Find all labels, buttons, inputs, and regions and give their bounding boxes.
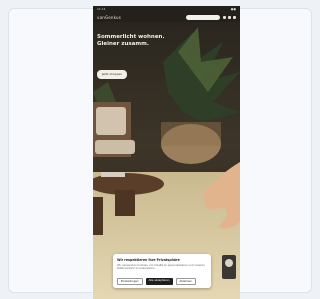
nav-icons [223, 15, 236, 19]
cookie-reject-button[interactable]: Ablehnen [175, 278, 196, 285]
heart-icon[interactable] [223, 15, 226, 19]
search-input[interactable] [186, 14, 220, 20]
brand-logo[interactable]: vanGenkus [97, 15, 121, 20]
top-nav: vanGenkus [93, 12, 240, 22]
cookie-accept-button[interactable]: Alle akzeptieren [145, 278, 173, 285]
cart-icon[interactable] [228, 15, 231, 19]
cookie-banner: Wir respektieren Ihre Privatsphäre Wir v… [113, 254, 211, 288]
status-indicators: ●● [230, 6, 236, 11]
status-bar: 11:11 ●● [93, 6, 240, 11]
status-time: 11:11 [97, 6, 106, 11]
chat-widget[interactable] [222, 255, 236, 279]
mobile-screenshot: 11:11 ●● vanGenkus Sommerlicht wohnen. G… [93, 6, 240, 299]
hero-title: Sommerlicht wohnen. Gleiner zusamm. [97, 34, 165, 47]
cookie-title: Wir respektieren Ihre Privatsphäre [117, 258, 180, 262]
cookie-buttons: Einstellungen Alle akzeptieren Ablehnen [117, 278, 196, 285]
menu-icon[interactable] [233, 15, 236, 19]
cookie-text: Wir verwenden Cookies, um Inhalte zu per… [117, 264, 205, 271]
cookie-settings-button[interactable]: Einstellungen [117, 278, 143, 285]
chat-icon[interactable] [225, 259, 233, 267]
shop-now-button[interactable]: Jetzt shoppen [97, 70, 127, 79]
